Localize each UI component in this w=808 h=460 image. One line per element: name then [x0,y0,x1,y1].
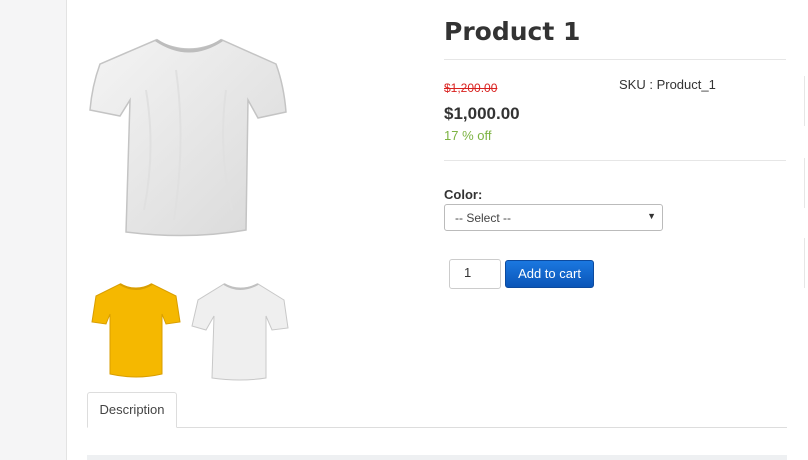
current-price: $1,000.00 [444,104,520,123]
color-label: Color: [444,187,483,202]
quantity-input[interactable]: 1 [449,259,501,289]
divider [444,59,786,60]
sku-label: SKU : Product_1 [619,77,716,92]
product-title: Product 1 [444,17,581,46]
product-main-image[interactable] [86,30,292,242]
tab-description[interactable]: Description [87,392,177,428]
old-price: $1,200.00 [444,81,498,95]
tab-divider [87,427,787,428]
add-to-cart-button[interactable]: Add to cart [505,260,594,288]
thumbnail-yellow-shirt[interactable] [88,278,184,382]
right-edge [804,0,808,460]
color-select[interactable]: -- Select -- ▼ [444,204,663,231]
dropdown-arrow-icon: ▼ [647,211,656,221]
tab-content-strip [87,455,787,460]
color-select-value: -- Select -- [455,211,512,225]
discount-label: 17 % off [444,128,492,143]
thumbnail-white-shirt[interactable] [188,278,292,382]
divider [444,160,786,161]
left-gutter [0,0,67,460]
